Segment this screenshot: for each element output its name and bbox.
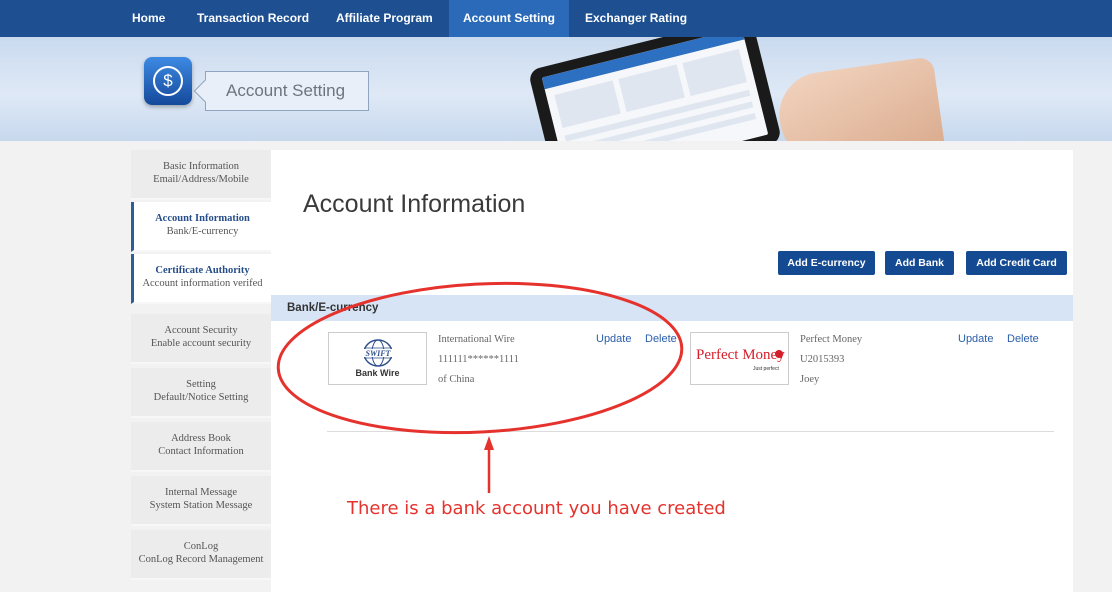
banner-title-box: Account Setting: [193, 71, 369, 111]
main-panel: Account Information Add E-currency Add B…: [271, 150, 1073, 592]
globe-icon: SWIFT: [362, 339, 394, 367]
sidebar-item-address-book[interactable]: Address Book Contact Information: [131, 422, 271, 472]
account-2-line-2: U2015393: [800, 354, 845, 365]
sidebar: Basic Information Email/Address/Mobile A…: [131, 150, 271, 580]
add-credit-card-button[interactable]: Add Credit Card: [966, 251, 1067, 275]
top-nav: Home Transaction Record Affiliate Progra…: [0, 0, 1112, 37]
sidebar-item-conlog[interactable]: ConLog ConLog Record Management: [131, 530, 271, 580]
account-2-delete-link[interactable]: Delete: [1007, 333, 1039, 345]
divider: [327, 431, 1054, 432]
account-1-line-1: International Wire: [438, 334, 515, 345]
sidebar-item-setting[interactable]: Setting Default/Notice Setting: [131, 368, 271, 418]
perfect-money-logo: Perfect Money Just perfect: [690, 332, 789, 385]
account-2-update-link[interactable]: Update: [958, 333, 993, 345]
svg-text:SWIFT: SWIFT: [366, 349, 392, 358]
hand-illustration: [773, 56, 947, 141]
account-1-delete-link[interactable]: Delete: [645, 333, 677, 345]
dollar-icon: $: [144, 57, 192, 105]
section-title: Bank/E-currency: [287, 302, 379, 314]
nav-home[interactable]: Home: [118, 0, 179, 37]
sidebar-item-account-security[interactable]: Account Security Enable account security: [131, 314, 271, 364]
account-2-line-3: Joey: [800, 374, 820, 385]
annotation-text: There is a bank account you have created: [347, 498, 726, 519]
sidebar-item-internal-message[interactable]: Internal Message System Station Message: [131, 476, 271, 526]
account-1-line-2: 111111******1111: [438, 354, 519, 365]
add-ecurrency-button[interactable]: Add E-currency: [778, 251, 875, 275]
page-title: Account Information: [303, 190, 526, 218]
banner-title: Account Setting: [226, 81, 346, 100]
nav-transaction-record[interactable]: Transaction Record: [183, 0, 323, 37]
account-1-line-3: of China: [438, 374, 475, 385]
sidebar-item-basic-information[interactable]: Basic Information Email/Address/Mobile: [131, 150, 271, 200]
sidebar-item-account-information[interactable]: Account Information Bank/E-currency: [131, 202, 271, 252]
swift-caption: Bank Wire: [355, 368, 400, 378]
header-banner: $ Account Setting: [0, 37, 1112, 141]
nav-exchanger-rating[interactable]: Exchanger Rating: [571, 0, 701, 37]
sidebar-item-certificate-authority[interactable]: Certificate Authority Account informatio…: [131, 254, 271, 304]
perfect-money-badge-icon: [775, 350, 783, 358]
account-2-line-1: Perfect Money: [800, 334, 863, 345]
nav-affiliate-program[interactable]: Affiliate Program: [322, 0, 447, 37]
account-1-update-link[interactable]: Update: [596, 333, 631, 345]
tablet-illustration: [527, 37, 783, 141]
section-header: Bank/E-currency: [271, 295, 1073, 321]
add-bank-button[interactable]: Add Bank: [885, 251, 954, 275]
nav-account-setting[interactable]: Account Setting: [449, 0, 569, 37]
swift-logo: SWIFT Bank Wire: [328, 332, 427, 385]
